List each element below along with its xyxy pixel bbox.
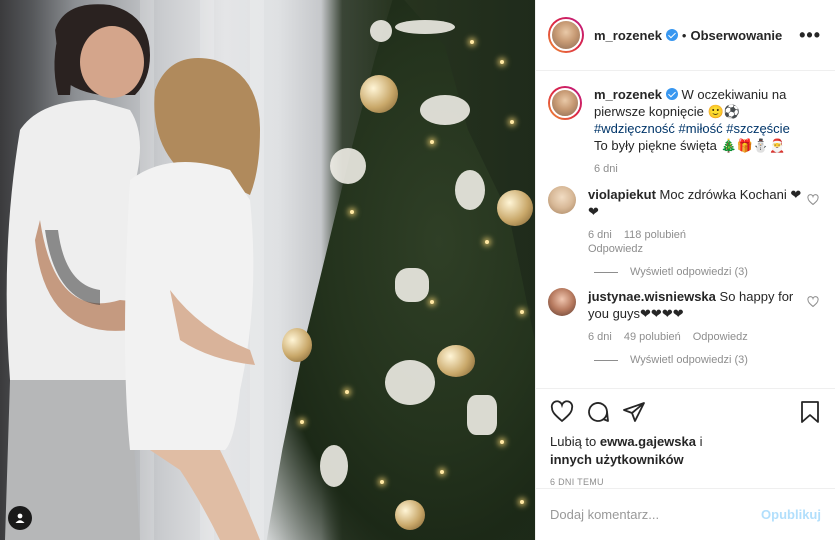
caption-tail: To były piękne święta 🎄🎁⛄🎅 xyxy=(594,138,786,153)
feather-ornament xyxy=(385,360,435,405)
like-comment-heart-icon[interactable] xyxy=(807,296,819,308)
verified-badge-icon xyxy=(665,29,678,41)
liker-username[interactable]: ewwa.gajewska xyxy=(600,434,696,449)
likes-summary[interactable]: Lubią to ewwa.gajewska i innych użytkown… xyxy=(550,433,821,469)
comment-likes[interactable]: 49 polubień xyxy=(624,331,681,343)
view-replies-button[interactable]: Wyświetl odpowiedzi (3) xyxy=(594,266,821,278)
gold-bauble xyxy=(395,500,425,530)
save-bookmark-icon[interactable] xyxy=(799,400,821,424)
reply-button[interactable]: Odpowiedz xyxy=(588,243,643,255)
like-comment-heart-icon[interactable] xyxy=(807,194,819,206)
gold-bauble xyxy=(360,75,398,113)
angel-ornament xyxy=(467,395,497,435)
publish-button[interactable]: Opublikuj xyxy=(761,507,821,522)
comment-username[interactable]: justynae.wisniewska xyxy=(588,289,716,304)
follow-status-button[interactable]: Obserwowanie xyxy=(690,28,782,43)
polar-bear-ornament xyxy=(395,268,429,302)
share-send-icon[interactable] xyxy=(622,400,646,424)
feather-ornament xyxy=(320,445,348,487)
more-options-icon[interactable]: ••• xyxy=(799,26,821,44)
feather-ornament xyxy=(455,170,485,210)
woman-figure xyxy=(125,58,260,540)
caption-hashtags[interactable]: #wdzięczność #miłość #szczęście xyxy=(594,121,790,136)
white-bauble xyxy=(330,148,366,184)
commenter-avatar[interactable] xyxy=(548,288,576,316)
author-username[interactable]: m_rozenek xyxy=(594,28,662,43)
comment: justynae.wisniewska So happy for you guy… xyxy=(548,288,821,344)
snowy-branch xyxy=(395,20,455,34)
comment-age[interactable]: 6 dni xyxy=(588,331,612,343)
gold-bauble xyxy=(437,345,475,377)
post-side-panel: m_rozenek • Obserwowanie ••• m_rozenek W… xyxy=(535,0,835,540)
gold-bauble xyxy=(497,190,533,226)
post-actions: Lubią to ewwa.gajewska i innych użytkown… xyxy=(536,388,835,487)
view-replies-button[interactable]: Wyświetl odpowiedzi (3) xyxy=(594,354,821,366)
header-separator: • xyxy=(681,27,687,43)
comment: violapiekut Moc zdrówka Kochani ❤❤ 6 dni… xyxy=(548,186,821,256)
feather-ornament xyxy=(420,95,470,125)
verified-badge-icon xyxy=(665,88,678,100)
caption-username[interactable]: m_rozenek xyxy=(594,87,662,102)
bear-ornament xyxy=(370,20,392,42)
post-photo[interactable] xyxy=(0,0,535,540)
instagram-post-modal: m_rozenek • Obserwowanie ••• m_rozenek W… xyxy=(0,0,835,540)
comment-input[interactable] xyxy=(550,507,762,522)
caption-age[interactable]: 6 dni xyxy=(594,163,618,175)
author-avatar[interactable] xyxy=(548,86,582,120)
add-comment-bar: Opublikuj xyxy=(536,488,835,540)
comment-bubble-icon[interactable] xyxy=(586,400,610,424)
comments-list[interactable]: m_rozenek W oczekiwaniu na pierwsze kopn… xyxy=(536,72,835,388)
commenter-avatar[interactable] xyxy=(548,186,576,214)
author-avatar[interactable] xyxy=(548,17,584,53)
reply-button[interactable]: Odpowiedz xyxy=(693,331,748,343)
caption: m_rozenek W oczekiwaniu na pierwsze kopn… xyxy=(548,86,821,176)
comment-username[interactable]: violapiekut xyxy=(588,187,656,202)
comment-likes[interactable]: 118 polubień xyxy=(624,229,686,241)
post-header: m_rozenek • Obserwowanie ••• xyxy=(536,0,835,71)
tagged-user-icon[interactable] xyxy=(8,506,32,530)
post-timestamp[interactable]: 6 DNI TEMU xyxy=(550,477,821,487)
comment-age[interactable]: 6 dni xyxy=(588,229,612,241)
likers-others[interactable]: innych użytkowników xyxy=(550,452,684,467)
like-heart-icon[interactable] xyxy=(550,400,574,424)
